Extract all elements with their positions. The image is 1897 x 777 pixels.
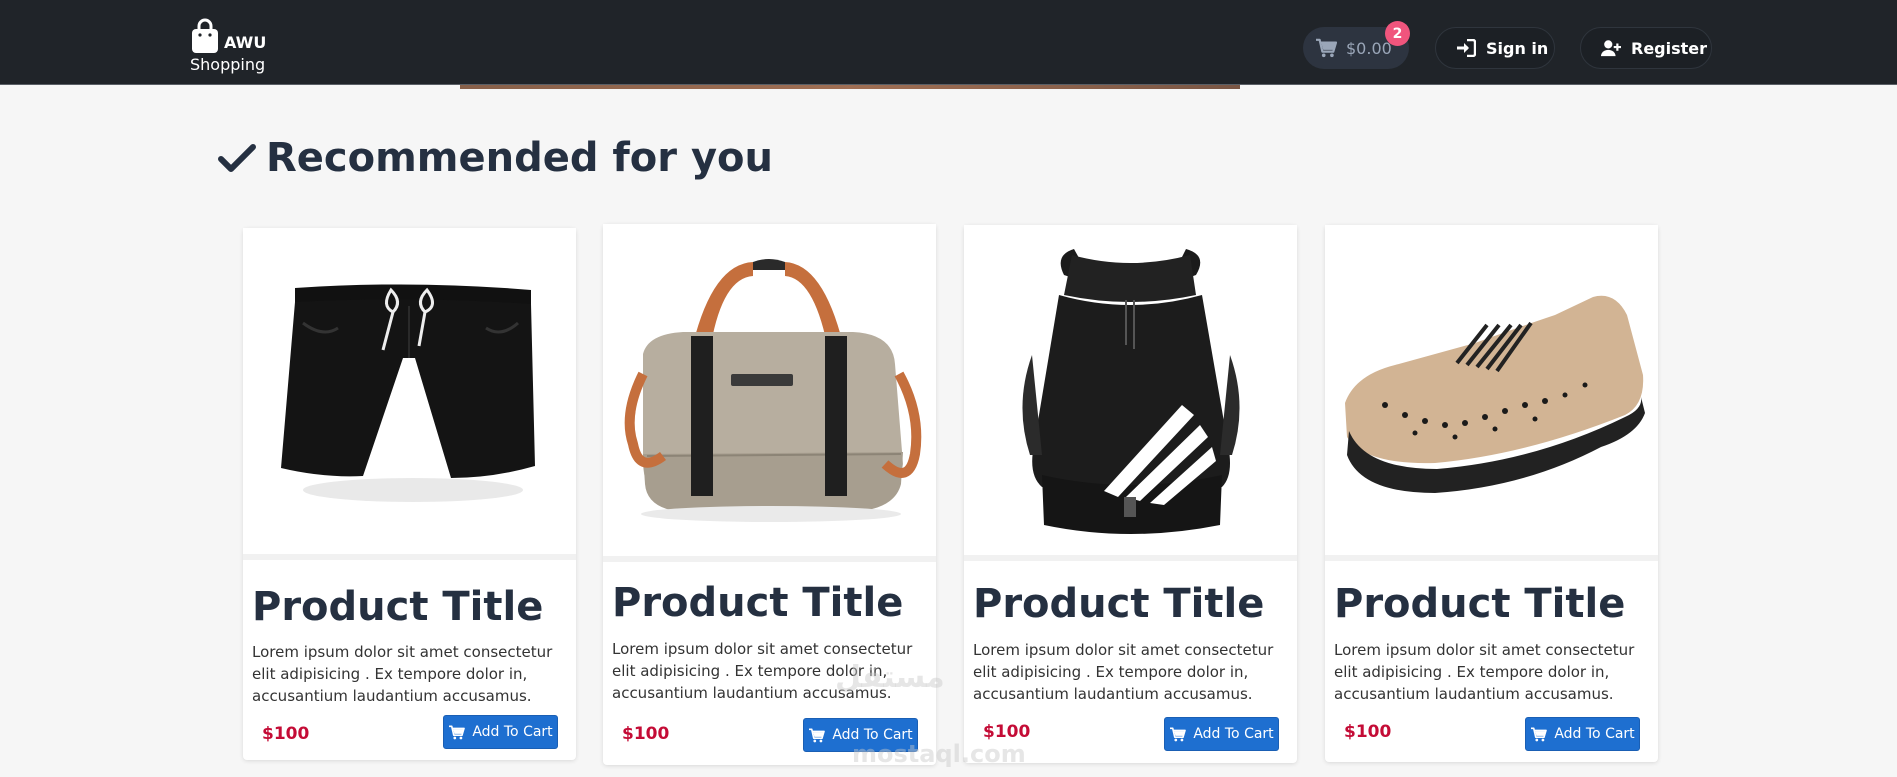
product-price: $100	[262, 724, 310, 744]
add-user-icon	[1601, 40, 1621, 57]
product-title: Product Title	[973, 581, 1265, 627]
add-to-cart-label: Add To Cart	[1193, 726, 1274, 742]
product-image[interactable]	[1325, 225, 1658, 561]
checkmark-icon	[218, 144, 256, 172]
hero-image-edge	[460, 85, 1240, 89]
sign-in-label: Sign in	[1486, 38, 1549, 58]
product-image[interactable]	[603, 224, 936, 562]
watermark-arabic: مستقل	[835, 660, 945, 695]
add-to-cart-label: Add To Cart	[472, 724, 553, 740]
product-image[interactable]	[964, 225, 1297, 561]
brand-name: AWU	[224, 33, 267, 52]
add-to-cart-button[interactable]: Add To Cart	[1164, 717, 1279, 751]
cart-icon	[1531, 727, 1548, 741]
product-price: $100	[983, 722, 1031, 742]
cart-icon	[1170, 727, 1187, 741]
brand-subtitle: Shopping	[190, 55, 266, 74]
watermark-latin: mostaql.com	[852, 740, 1026, 768]
product-description: Lorem ipsum dolor sit amet consectetur e…	[1334, 641, 1635, 703]
shopping-bag-icon	[192, 18, 218, 53]
duffel-bag-image	[624, 259, 922, 522]
backpack-image	[1022, 249, 1240, 534]
register-label: Register	[1631, 38, 1708, 58]
cart-total: $0.00	[1346, 38, 1392, 58]
product-price: $100	[1344, 722, 1392, 742]
add-to-cart-button[interactable]: Add To Cart	[1525, 717, 1640, 751]
product-price: $100	[622, 724, 670, 744]
top-navbar: AWU Shopping $0.00 2 Sign in Register	[0, 0, 1897, 85]
product-card: Product Title Lorem ipsum dolor sit amet…	[243, 228, 576, 760]
cart-icon	[1316, 38, 1337, 58]
sign-in-icon	[1457, 39, 1476, 57]
product-card: Product Title Lorem ipsum dolor sit amet…	[1325, 225, 1658, 762]
brand-logo[interactable]: AWU Shopping	[190, 18, 280, 78]
product-description: Lorem ipsum dolor sit amet consectetur e…	[973, 641, 1274, 703]
section-heading: Recommended for you	[218, 135, 773, 181]
product-card: Product Title Lorem ipsum dolor sit amet…	[964, 225, 1297, 763]
product-description: Lorem ipsum dolor sit amet consectetur e…	[252, 643, 553, 705]
register-button[interactable]: Register	[1580, 27, 1712, 69]
product-title: Product Title	[612, 580, 904, 626]
add-to-cart-label: Add To Cart	[1554, 726, 1635, 742]
cart-count-badge: 2	[1385, 21, 1410, 46]
section-title: Recommended for you	[266, 135, 773, 181]
cart-icon	[809, 728, 826, 742]
product-title: Product Title	[1334, 581, 1626, 627]
product-title: Product Title	[252, 584, 544, 630]
product-image[interactable]	[243, 228, 576, 560]
sign-in-button[interactable]: Sign in	[1435, 27, 1555, 69]
add-to-cart-button[interactable]: Add To Cart	[443, 715, 558, 749]
cart-icon	[449, 725, 466, 739]
sneaker-image	[1345, 295, 1645, 493]
shorts-image	[281, 284, 535, 502]
